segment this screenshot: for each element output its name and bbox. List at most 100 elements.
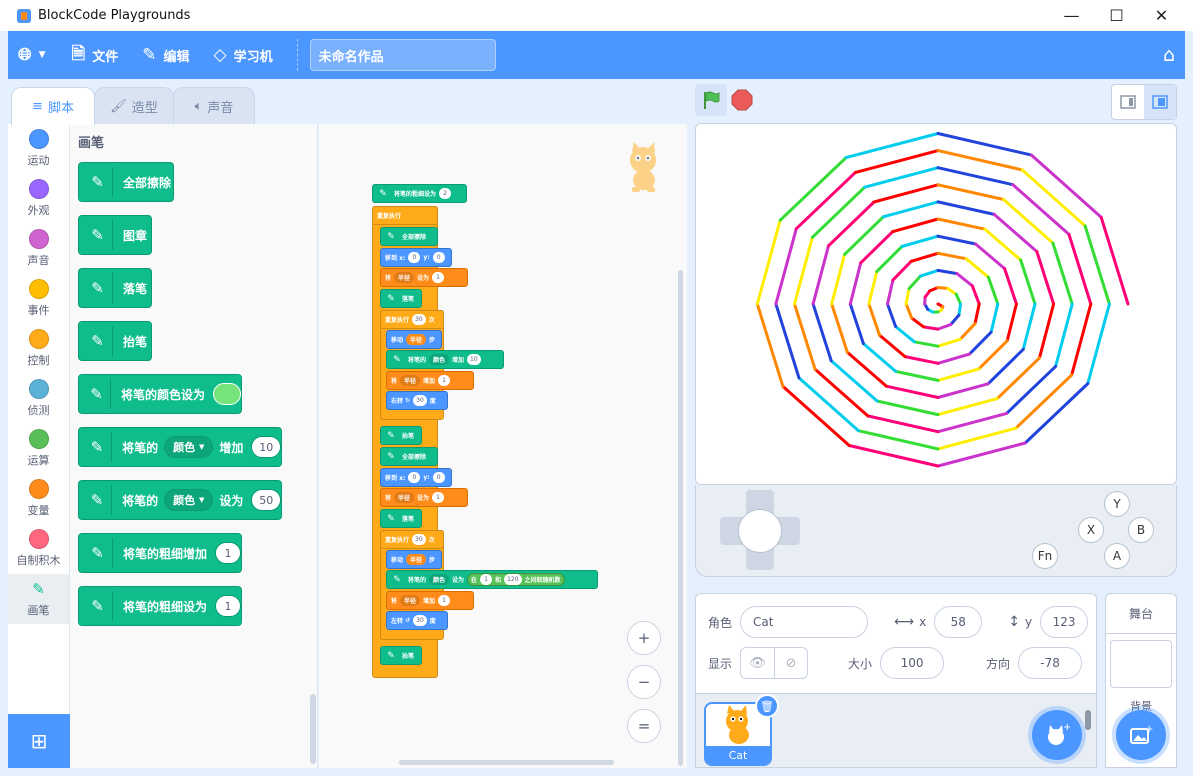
number-input[interactable]: 30 bbox=[413, 615, 427, 626]
script-pen-up[interactable]: ✎ 抬笔 bbox=[380, 426, 422, 445]
zoom-in-button[interactable]: + bbox=[627, 621, 661, 655]
joystick-knob[interactable] bbox=[738, 509, 782, 553]
close-button[interactable]: ✕ bbox=[1139, 0, 1184, 31]
block-change-pen-size[interactable]: ✎ 将笔的粗细增加 1 bbox=[78, 533, 242, 573]
variable-dropdown[interactable]: 半径 bbox=[400, 375, 421, 386]
script-pen-clear[interactable]: ✎ 全部擦除 bbox=[380, 447, 438, 466]
number-input[interactable]: 2 bbox=[439, 188, 452, 199]
language-menu[interactable]: 🌐︎ ▼ bbox=[8, 31, 60, 79]
tab-costumes[interactable]: 🖌︎ 造型 bbox=[94, 87, 174, 124]
gamepad-y-button[interactable]: Y bbox=[1104, 491, 1130, 517]
category-variables[interactable]: 变量 bbox=[8, 474, 69, 524]
number-input[interactable]: 1 bbox=[432, 272, 445, 283]
block-pen-up[interactable]: ✎ 抬笔 bbox=[78, 321, 152, 361]
tab-code[interactable]: ≡ 脚本 bbox=[11, 87, 95, 125]
script-pen-clear[interactable]: ✎ 全部擦除 bbox=[380, 227, 438, 246]
block-pen-down[interactable]: ✎ 落笔 bbox=[78, 268, 152, 308]
pen-param-dropdown[interactable]: 颜色 ▼ bbox=[164, 436, 214, 458]
add-extension-button[interactable]: ⊞ bbox=[8, 714, 70, 768]
home-icon[interactable]: ⌂ bbox=[1163, 44, 1175, 66]
block-pen-clear[interactable]: ✎ 全部擦除 bbox=[78, 162, 174, 202]
color-picker-slot[interactable] bbox=[212, 383, 241, 405]
number-input[interactable]: 1 bbox=[432, 492, 445, 503]
gamepad-x-button[interactable]: X bbox=[1078, 517, 1104, 543]
zoom-out-button[interactable]: − bbox=[627, 665, 661, 699]
number-input[interactable]: 10 bbox=[251, 436, 281, 458]
number-input[interactable]: 1 bbox=[438, 375, 451, 386]
pen-param-dropdown[interactable]: 颜色 ▼ bbox=[164, 489, 214, 511]
category-pen[interactable]: ✎ 画笔 bbox=[8, 574, 69, 624]
block-set-pen-param[interactable]: ✎ 将笔的 颜色 ▼ 设为 50 bbox=[78, 480, 282, 520]
green-flag-button[interactable] bbox=[695, 84, 727, 116]
show-eye-icon[interactable]: 👁︎ bbox=[741, 648, 774, 678]
number-input[interactable]: 1 bbox=[480, 574, 493, 585]
direction-input[interactable]: -78 bbox=[1018, 647, 1083, 679]
add-backdrop-button[interactable]: + bbox=[1116, 710, 1166, 760]
variable-reporter[interactable]: 半径 bbox=[406, 554, 427, 565]
script-change-variable[interactable]: 将半径 增加 1 bbox=[386, 371, 474, 390]
y-position-input[interactable]: 123 bbox=[1040, 606, 1089, 638]
x-position-input[interactable]: 58 bbox=[934, 606, 983, 638]
category-sensing[interactable]: 侦测 bbox=[8, 374, 69, 424]
block-set-pen-color[interactable]: ✎ 将笔的颜色设为 bbox=[78, 374, 242, 414]
category-motion[interactable]: 运动 bbox=[8, 124, 69, 174]
stop-icon[interactable] bbox=[731, 89, 753, 111]
variable-dropdown[interactable]: 半径 bbox=[400, 595, 421, 606]
palette-scrollbar[interactable] bbox=[310, 694, 316, 764]
sprite-list-scrollbar[interactable] bbox=[1085, 710, 1091, 730]
delete-sprite-button[interactable]: 🗑︎ bbox=[755, 694, 779, 718]
number-input[interactable]: 10 bbox=[467, 354, 481, 365]
number-input[interactable]: 0 bbox=[408, 472, 421, 483]
category-looks[interactable]: 外观 bbox=[8, 174, 69, 224]
number-input[interactable]: 1 bbox=[215, 542, 241, 564]
file-menu[interactable]: 🗎 文件 bbox=[60, 31, 131, 79]
size-input[interactable]: 100 bbox=[880, 647, 945, 679]
sprite-name-input[interactable]: Cat bbox=[740, 606, 869, 638]
large-stage-button[interactable] bbox=[1144, 85, 1176, 119]
pen-param-dropdown[interactable]: 颜色 bbox=[429, 574, 450, 585]
block-change-pen-param[interactable]: ✎ 将笔的 颜色 ▼ 增加 10 bbox=[78, 427, 282, 467]
number-input[interactable]: 0 bbox=[408, 252, 421, 263]
hide-eye-icon[interactable]: ⊘ bbox=[774, 648, 807, 678]
script-set-pen-color-random[interactable]: ✎ 将笔的 颜色 设为 在 1 和 120 之间取随机数 bbox=[386, 570, 598, 589]
script-repeat[interactable]: 重复执行 30 次 bbox=[380, 530, 444, 549]
number-input[interactable]: 120 bbox=[504, 574, 522, 585]
minimize-button[interactable]: — bbox=[1049, 0, 1094, 31]
script-move[interactable]: 移动 半径步 bbox=[386, 550, 442, 569]
number-input[interactable]: 50 bbox=[251, 489, 281, 511]
stage-canvas[interactable] bbox=[695, 123, 1177, 485]
script-horizontal-scrollbar[interactable] bbox=[399, 760, 614, 765]
random-operator-block[interactable]: 在 1 和 120 之间取随机数 bbox=[467, 573, 565, 586]
edit-menu[interactable]: ✎ 编辑 bbox=[130, 31, 201, 79]
script-turn-left[interactable]: 左转 ↺ 30 度 bbox=[386, 611, 448, 630]
category-operators[interactable]: 运算 bbox=[8, 424, 69, 474]
script-pen-up[interactable]: ✎ 抬笔 bbox=[380, 646, 422, 665]
number-input[interactable]: 30 bbox=[413, 395, 427, 406]
script-change-pen-color[interactable]: ✎ 将笔的 颜色 增加 10 bbox=[386, 350, 504, 369]
tab-sounds[interactable]: 🔈︎ 声音 bbox=[173, 87, 255, 124]
block-set-pen-size[interactable]: ✎ 将笔的粗细设为 1 bbox=[78, 586, 242, 626]
number-input[interactable]: 0 bbox=[432, 252, 445, 263]
gamepad-fn-button[interactable]: Fn bbox=[1032, 543, 1058, 569]
script-set-pen-size[interactable]: ✎ 将笔的粗细设为 2 bbox=[372, 184, 467, 203]
script-change-variable[interactable]: 将半径 增加 1 bbox=[386, 591, 474, 610]
script-pen-down[interactable]: ✎ 落笔 bbox=[380, 289, 422, 308]
stage-thumbnail[interactable] bbox=[1110, 640, 1172, 688]
block-pen-stamp[interactable]: ✎ 图章 bbox=[78, 215, 152, 255]
add-sprite-button[interactable]: + bbox=[1032, 710, 1082, 760]
script-pen-down[interactable]: ✎ 落笔 bbox=[380, 509, 422, 528]
number-input[interactable]: 30 bbox=[412, 314, 426, 325]
small-stage-button[interactable] bbox=[1112, 85, 1144, 119]
variable-dropdown[interactable]: 半径 bbox=[394, 492, 415, 503]
category-events[interactable]: 事件 bbox=[8, 274, 69, 324]
script-goto-xy[interactable]: 移到 x: 0 y: 0 bbox=[380, 468, 452, 487]
script-forever[interactable]: 重复执行 bbox=[372, 206, 438, 225]
script-vertical-scrollbar[interactable] bbox=[678, 270, 683, 766]
number-input[interactable]: 1 bbox=[215, 595, 241, 617]
variable-reporter[interactable]: 半径 bbox=[406, 334, 427, 345]
category-sound[interactable]: 声音 bbox=[8, 224, 69, 274]
number-input[interactable]: 30 bbox=[412, 534, 426, 545]
category-my-blocks[interactable]: 自制积木 bbox=[8, 524, 69, 574]
maximize-button[interactable]: ☐ bbox=[1094, 0, 1139, 31]
script-repeat[interactable]: 重复执行 30 次 bbox=[380, 310, 444, 329]
